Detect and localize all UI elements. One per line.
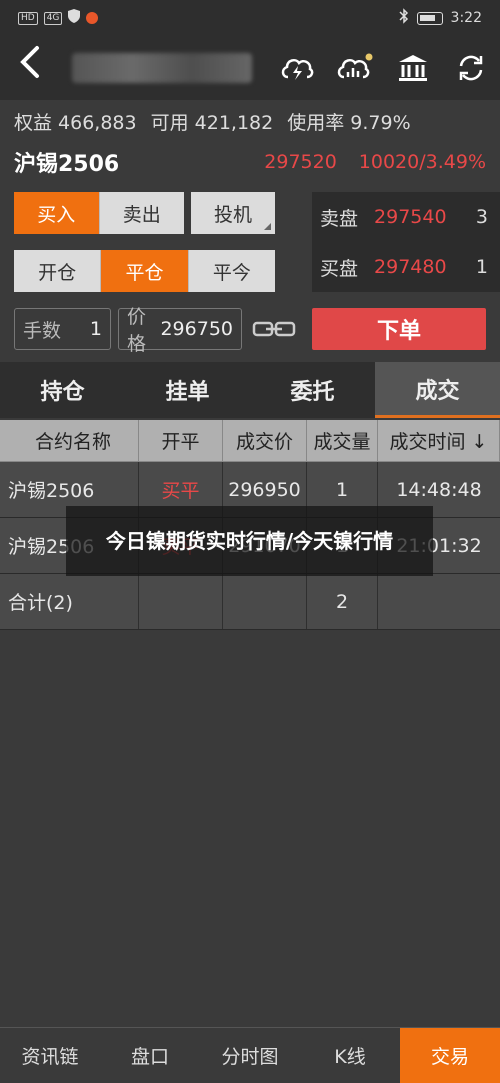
ask-label: 卖盘 <box>320 207 359 230</box>
equity-value: 权益 466,883 <box>14 112 137 134</box>
cloud-sync-icon <box>281 58 314 80</box>
bluetooth-icon <box>399 8 409 28</box>
status-bar: HD 4G 3:22 <box>0 0 500 36</box>
buy-button[interactable]: 买入 <box>14 192 100 234</box>
bottom-nav-news[interactable]: 资讯链 <box>0 1028 100 1083</box>
header-volume[interactable]: 成交量 <box>307 420 378 461</box>
header-price[interactable]: 成交价 <box>223 420 307 461</box>
link-button[interactable] <box>252 318 296 340</box>
price-value[interactable]: 296750 <box>160 318 233 340</box>
contract-change: 10020/3.49% <box>358 151 486 173</box>
table-summary-row: 合计(2) 2 <box>0 574 500 630</box>
overlay-caption: 今日镍期货实时行情/今天镍行情 <box>66 506 433 576</box>
bottom-nav-trade[interactable]: 交易 <box>400 1028 500 1083</box>
bid-volume: 1 <box>475 256 488 278</box>
ask-volume: 3 <box>475 206 488 228</box>
sell-button[interactable]: 卖出 <box>99 192 184 234</box>
price-field[interactable]: 价格 296750 <box>118 306 242 355</box>
ask-row[interactable]: 卖盘 297540 3 <box>312 192 500 242</box>
table-header: 合约名称 开平 成交价 成交量 成交时间 ↓ <box>0 420 500 462</box>
hedge-type-dropdown[interactable]: 投机 <box>191 192 275 234</box>
bottom-nav-orderbook[interactable]: 盘口 <box>100 1028 200 1083</box>
bottom-nav: 资讯链 盘口 分时图 K线 交易 <box>0 1027 500 1083</box>
bank-button[interactable] <box>394 49 432 87</box>
refresh-button[interactable] <box>452 49 490 87</box>
price-label: 价格 <box>127 306 147 355</box>
quantity-label: 手数 <box>23 319 62 342</box>
quantity-field[interactable]: 手数 1 <box>14 308 111 350</box>
account-summary: 权益 466,883 可用 421,182 使用率 9.79% <box>14 108 411 135</box>
summary-volume: 2 <box>307 574 378 629</box>
shield-icon <box>68 9 81 27</box>
ask-price: 297540 <box>374 206 447 228</box>
quantity-value[interactable]: 1 <box>90 318 102 340</box>
cloud-chart-icon <box>337 53 373 79</box>
hedge-type-label: 投机 <box>213 203 252 226</box>
nav-bar <box>0 36 500 100</box>
usage-rate-value: 使用率 9.79% <box>287 112 411 134</box>
refresh-icon <box>459 55 483 81</box>
tab-orders[interactable]: 委托 <box>250 362 375 418</box>
header-contract[interactable]: 合约名称 <box>0 420 139 461</box>
tab-positions[interactable]: 持仓 <box>0 362 125 418</box>
bid-price: 297480 <box>374 256 447 278</box>
tab-pending-orders[interactable]: 挂单 <box>125 362 250 418</box>
record-tabs: 持仓 挂单 委托 成交 <box>0 362 500 418</box>
header-time[interactable]: 成交时间 ↓ <box>378 420 500 461</box>
overlay-caption-text: 今日镍期货实时行情/今天镍行情 <box>105 529 394 553</box>
header-offset[interactable]: 开平 <box>139 420 223 461</box>
dropdown-corner-icon <box>264 223 271 230</box>
battery-icon <box>416 11 443 25</box>
open-position-button[interactable]: 开仓 <box>14 250 102 292</box>
signal-indicator: 4G <box>43 11 63 25</box>
summary-label: 合计(2) <box>0 574 139 629</box>
contract-name[interactable]: 沪锡2506 <box>14 146 119 178</box>
hd-indicator: HD <box>18 11 38 25</box>
bid-label: 买盘 <box>320 257 359 280</box>
bottom-nav-intraday[interactable]: 分时图 <box>200 1028 300 1083</box>
contract-info[interactable]: 沪锡2506 297520 10020/3.49% <box>14 146 486 178</box>
bank-icon <box>399 55 427 81</box>
back-button[interactable] <box>10 38 50 98</box>
available-value: 可用 421,182 <box>150 112 274 134</box>
summary-time <box>378 574 500 629</box>
order-book: 卖盘 297540 3 买盘 297480 1 <box>312 192 500 292</box>
cloud-chart-button[interactable] <box>336 49 374 87</box>
app-notification-icon <box>86 12 99 24</box>
account-title-redacted <box>72 53 252 83</box>
chevron-left-icon <box>20 46 39 78</box>
tab-trades[interactable]: 成交 <box>375 362 500 418</box>
direction-selector: 买入 卖出 <box>14 192 184 234</box>
contract-last-price: 297520 <box>264 151 337 173</box>
summary-offset <box>139 574 223 629</box>
offset-selector: 开仓 平仓 平今 <box>14 250 275 292</box>
submit-order-button[interactable]: 下单 <box>312 308 486 350</box>
cloud-sync-button[interactable] <box>278 49 316 87</box>
bid-row[interactable]: 买盘 297480 1 <box>312 242 500 292</box>
link-icon <box>252 321 296 337</box>
close-today-button[interactable]: 平今 <box>188 250 275 292</box>
clock: 3:22 <box>450 10 482 26</box>
summary-price <box>223 574 307 629</box>
close-position-button[interactable]: 平仓 <box>101 250 189 292</box>
bottom-nav-kline[interactable]: K线 <box>300 1028 400 1083</box>
